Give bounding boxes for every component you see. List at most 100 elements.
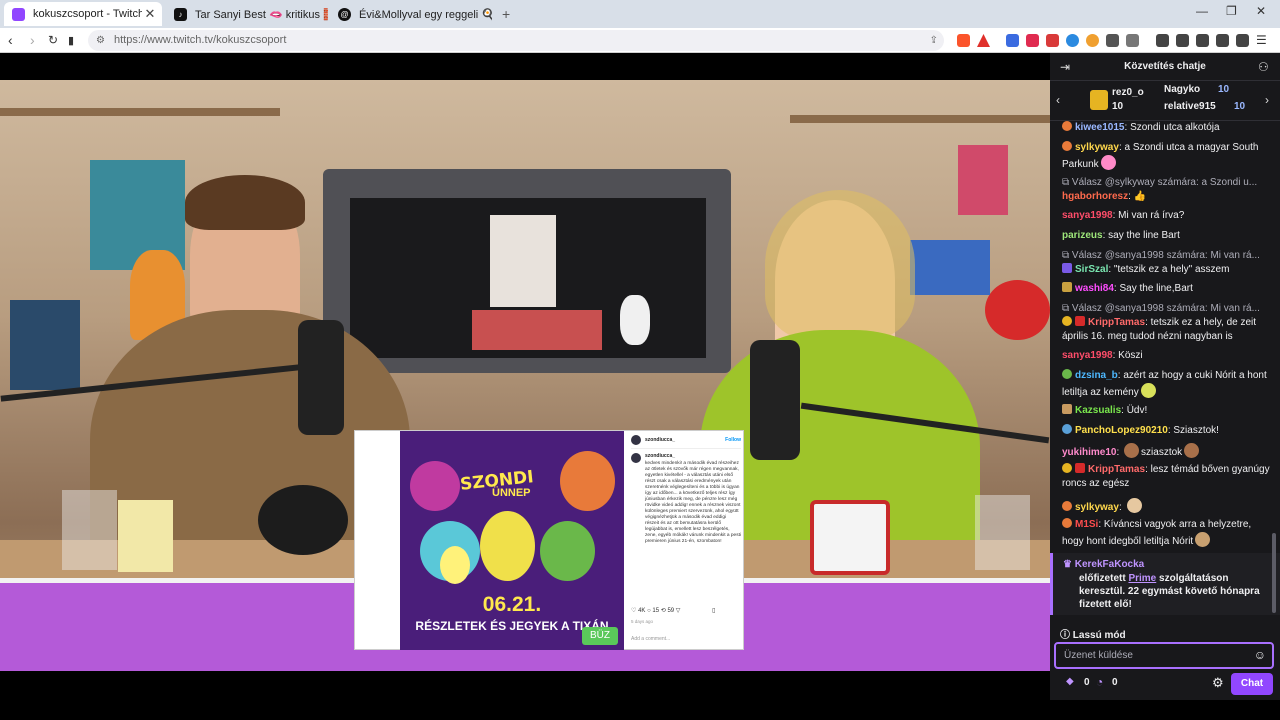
extension-color-icon[interactable] xyxy=(1086,34,1099,47)
chat-message[interactable]: M1Si: Kíváncsi vagyok arra a helyzetre, … xyxy=(1062,518,1274,549)
bookmark-icon[interactable]: ▮ xyxy=(68,34,74,47)
chat-username[interactable]: kiwee1015 xyxy=(1075,122,1125,133)
chat-message[interactable]: Kazsualis: Üdv! xyxy=(1062,404,1274,418)
chat-username[interactable]: sylkyway xyxy=(1075,142,1119,153)
chat-username[interactable]: parizeus xyxy=(1062,230,1103,241)
avatar xyxy=(631,435,641,445)
chat-message[interactable]: washi84: Say the line,Bart xyxy=(1062,282,1274,296)
chat-username[interactable]: sanya1998 xyxy=(1062,350,1113,361)
poster-tag: BÜZ xyxy=(582,627,618,645)
reply-context[interactable]: ⧉ Válasz @sanya1998 számára: Mi van rá..… xyxy=(1062,249,1274,263)
chat-username[interactable]: M1Si xyxy=(1075,519,1098,530)
settings-gear-icon[interactable]: ⚙ xyxy=(1212,675,1224,691)
glass xyxy=(62,490,117,570)
chat-username[interactable]: SirSzal xyxy=(1075,264,1108,275)
chat-username[interactable]: sanya1998 xyxy=(1062,210,1113,221)
emote-icon xyxy=(1126,498,1142,513)
chat-message[interactable]: KrippTamas: tetszik ez a hely, de zeit á… xyxy=(1062,316,1274,344)
chat-username[interactable]: dzsina_b xyxy=(1075,370,1118,381)
chevron-right-icon[interactable]: › xyxy=(1265,93,1269,107)
send-icon[interactable]: ▽ xyxy=(676,608,681,614)
chat-message[interactable]: kiwee1015: Szondi utca alkotója xyxy=(1062,121,1274,135)
browser-tab-bar: kokuszcsoport - Twitch ✕ ♪ Tar Sanyi Bes… xyxy=(0,0,1280,28)
chat-message[interactable]: PanchoLopez90210: Sziasztok! xyxy=(1062,424,1274,438)
chat-message[interactable]: yukihime10: sziasztok xyxy=(1062,443,1274,460)
chat-message[interactable]: sylkyway: a Szondi utca a magyar South P… xyxy=(1062,141,1274,172)
users-icon[interactable]: ⚇ xyxy=(1258,60,1269,74)
stream-chat-panel: ⇥ Közvetítés chatje ⚇ ‹ rez0_o 10 Nagyko… xyxy=(1050,53,1280,700)
back-icon[interactable]: ‹ xyxy=(8,32,13,48)
chat-username[interactable]: hgaborhoresz xyxy=(1062,191,1128,202)
emote-icon xyxy=(1124,443,1140,458)
repost-icon[interactable]: ⟲ xyxy=(661,608,666,614)
extension-box-icon[interactable] xyxy=(1126,34,1139,47)
chevron-left-icon[interactable]: ‹ xyxy=(1056,93,1060,107)
video-player[interactable]: SZONDI ÜNNEP 06.21. RÉSZLETEK ÉS JEGYEK … xyxy=(0,53,1050,700)
save-icon[interactable]: ▯ xyxy=(712,608,715,614)
close-icon[interactable]: ✕ xyxy=(142,6,158,22)
translate-extension-icon[interactable] xyxy=(1006,34,1019,47)
window-close-icon[interactable]: ✕ xyxy=(1256,4,1266,18)
wallet-icon[interactable] xyxy=(1196,34,1209,47)
brave-shields-icon[interactable] xyxy=(957,34,970,47)
chat-message[interactable]: SirSzal: "tetszik ez a hely" asszem xyxy=(1062,263,1274,277)
chat-message[interactable]: sylkyway: xyxy=(1062,498,1274,515)
info-icon: ⓘ xyxy=(1060,630,1073,641)
chat-message[interactable]: sanya1998: Köszi xyxy=(1062,349,1274,363)
chat-scrollbar[interactable] xyxy=(1272,533,1276,613)
badge-icon xyxy=(1062,316,1072,326)
chat-message[interactable]: KrippTamas: lesz témád bőven gyanúgy ron… xyxy=(1062,463,1274,491)
chat-username[interactable]: PanchoLopez90210 xyxy=(1075,425,1168,436)
site-info-icon[interactable]: ⚙ xyxy=(96,30,105,51)
share-icon[interactable]: ⇪ xyxy=(930,30,938,51)
poster-subtitle: ÜNNEP xyxy=(492,487,531,499)
chat-username[interactable]: Kazsualis xyxy=(1075,405,1121,416)
follow-button[interactable]: Follow xyxy=(725,437,741,443)
emote-picker-icon[interactable]: ☺ xyxy=(1254,644,1266,667)
bits-icon[interactable]: ◆ xyxy=(1066,676,1074,687)
chat-username[interactable]: washi84 xyxy=(1075,283,1114,294)
channel-points-icon[interactable]: ◔ xyxy=(1096,675,1103,689)
chat-message[interactable]: dzsina_b: azért az hogy a cuki Nórit a h… xyxy=(1062,369,1274,400)
sub-user[interactable]: KerekFaKocka xyxy=(1075,559,1144,570)
reply-context[interactable]: ⧉ Válasz @sanya1998 számára: Mi van rá..… xyxy=(1062,302,1274,316)
sidebar-icon[interactable] xyxy=(1176,34,1189,47)
chat-message[interactable]: parizeus: say the line Bart xyxy=(1062,229,1274,243)
gift-icon xyxy=(1090,90,1108,110)
brave-rewards-icon[interactable] xyxy=(977,34,990,47)
chat-message[interactable]: sanya1998: Mi van rá írva? xyxy=(1062,209,1274,223)
reload-icon[interactable]: ↻ xyxy=(48,33,58,47)
extension-puzzle-icon[interactable] xyxy=(1106,34,1119,47)
chat-input[interactable]: Üzenet küldése ☺ xyxy=(1054,642,1274,669)
extension-globe-icon[interactable] xyxy=(1066,34,1079,47)
prime-link[interactable]: Prime xyxy=(1128,573,1156,584)
chat-message[interactable]: hgaborhoresz: 👍 xyxy=(1062,190,1274,204)
chat-send-button[interactable]: Chat xyxy=(1231,673,1273,695)
url-field[interactable]: ⚙ https://www.twitch.tv/kokuszcsoport ⇪ xyxy=(88,30,944,51)
gift-count: 10 xyxy=(1234,101,1246,112)
leo-icon[interactable] xyxy=(1216,34,1229,47)
forward-icon[interactable]: › xyxy=(30,32,35,48)
vpn-icon[interactable] xyxy=(1236,34,1249,47)
tab-tiktok[interactable]: ♪ Tar Sanyi Best 🫦 kritikus 🧱 (@szop... xyxy=(166,2,328,26)
new-tab-button[interactable]: + xyxy=(494,2,514,26)
reply-context[interactable]: ⧉ Válasz @sylkyway számára: a Szondi u..… xyxy=(1062,176,1274,190)
tab-threads[interactable]: @ Évi&Mollyval egy reggeli 🍳😍 (@m... xyxy=(330,2,492,26)
chat-username[interactable]: sylkyway xyxy=(1075,502,1119,513)
tab-twitch[interactable]: kokuszcsoport - Twitch ✕ xyxy=(4,2,162,26)
badge-icon xyxy=(1075,463,1085,473)
extension-h-icon[interactable] xyxy=(1046,34,1059,47)
heart-icon[interactable]: ♡ xyxy=(631,608,636,614)
minimize-icon[interactable]: — xyxy=(1196,4,1208,18)
menu-icon[interactable]: ☰ xyxy=(1256,33,1267,47)
chat-username[interactable]: KrippTamas xyxy=(1088,464,1145,475)
chat-text: Szondi utca alkotója xyxy=(1130,122,1220,133)
chat-username[interactable]: KrippTamas xyxy=(1088,317,1145,328)
comment-icon[interactable]: ○ xyxy=(647,608,651,614)
cartoon-character xyxy=(560,451,615,511)
extension-x-icon[interactable] xyxy=(1026,34,1039,47)
music-icon[interactable] xyxy=(1156,34,1169,47)
maximize-icon[interactable]: ❐ xyxy=(1226,4,1237,18)
chat-username[interactable]: yukihime10 xyxy=(1062,447,1116,458)
chat-text: "tetszik ez a hely" asszem xyxy=(1113,264,1230,275)
